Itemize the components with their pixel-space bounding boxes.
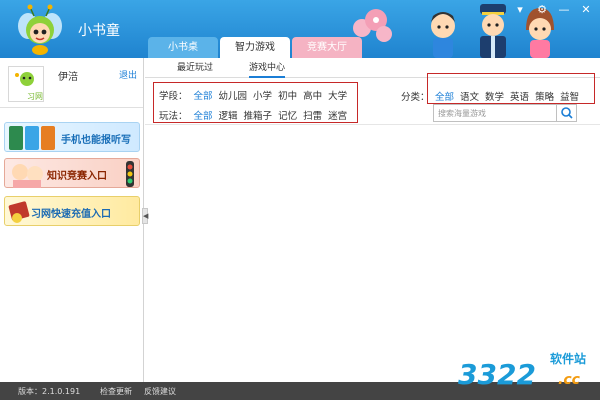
category-option-strategy[interactable]: 策略 — [535, 89, 554, 103]
main-content: 最近玩过 游戏中心 学段： 全部 幼儿园 小学 初中 高中 大学 玩法： 全部 … — [145, 58, 600, 382]
play-option-maze[interactable]: 迷宫 — [328, 108, 347, 122]
play-option-memory[interactable]: 记忆 — [278, 108, 297, 122]
play-option-all[interactable]: 全部 — [194, 108, 213, 122]
play-filter: 玩法： 全部 逻辑 推箱子 记忆 扫雷 迷宫 — [159, 108, 347, 122]
search-button[interactable] — [556, 105, 576, 121]
stage-option-kindergarten[interactable]: 幼儿园 — [219, 88, 248, 102]
menu-icon[interactable]: ▾ — [514, 4, 526, 16]
logout-link[interactable]: 退出 — [119, 68, 137, 81]
watermark-cc: .cc — [558, 372, 580, 388]
gear-icon[interactable]: ⚙ — [536, 4, 548, 16]
stage-option-all[interactable]: 全部 — [194, 88, 213, 102]
header-bar: 小书童 小书桌 智力游戏 竞赛大厅 ▾ ⚙ — ✕ — [0, 0, 600, 58]
play-option-sokoban[interactable]: 推箱子 — [244, 108, 273, 122]
window-controls: ▾ ⚙ — ✕ — [514, 4, 592, 16]
sidebar: 习网 伊涪 退出 手机也能报听写 知识竞赛入口 习网快速充值入口 ◀ — [0, 58, 148, 382]
search-icon — [561, 107, 573, 119]
avatar-label: 习网 — [27, 92, 43, 101]
search-placeholder: 搜索海量游戏 — [438, 109, 486, 118]
police-character-icon — [480, 4, 506, 58]
watermark: 3322 软件站 .cc — [458, 350, 600, 398]
banner-text: 手机也能报听写 — [61, 135, 131, 146]
content-divider — [145, 124, 600, 125]
watermark-sub: 软件站 — [550, 352, 587, 366]
kids-icon — [12, 164, 43, 188]
stage-option-university[interactable]: 大学 — [328, 88, 347, 102]
check-update-link[interactable]: 检查更新 — [100, 386, 132, 397]
feedback-link[interactable]: 反馈建议 — [144, 386, 176, 397]
banner-text: 知识竞赛入口 — [47, 171, 107, 182]
category-filter: 全部 语文 数学 英语 策略 益智 — [435, 89, 579, 103]
username: 伊涪 — [58, 72, 78, 83]
stage-filter-label: 学段： — [159, 91, 188, 102]
cherry-blossom-icon — [353, 9, 392, 42]
category-option-all[interactable]: 全部 — [435, 89, 454, 103]
watermark-main: 3322 — [458, 358, 536, 391]
app-title: 小书童 — [78, 23, 120, 39]
play-filter-label: 玩法： — [159, 111, 188, 122]
version-text: 版本：2.1.0.191 — [18, 387, 81, 396]
xiwang-logo-icon — [15, 72, 34, 86]
banner-text: 习网快速充值入口 — [31, 209, 111, 220]
tab-games[interactable]: 智力游戏 — [220, 37, 290, 58]
coin-icon — [8, 201, 30, 223]
phones-icon — [9, 126, 55, 150]
avatar[interactable]: 习网 — [8, 66, 44, 102]
close-button[interactable]: ✕ — [580, 4, 592, 16]
banner-quiz-entry[interactable]: 知识竞赛入口 — [4, 158, 140, 188]
bee-mascot-icon — [18, 4, 62, 55]
game-search-input[interactable]: 搜索海量游戏 — [433, 104, 577, 122]
category-option-chinese[interactable]: 语文 — [460, 89, 479, 103]
category-option-puzzle[interactable]: 益智 — [560, 89, 579, 103]
stage-option-senior[interactable]: 高中 — [303, 88, 322, 102]
category-option-math[interactable]: 数学 — [485, 89, 504, 103]
tab-desk[interactable]: 小书桌 — [148, 37, 218, 58]
user-profile: 习网 伊涪 退出 — [0, 58, 143, 108]
banner-recharge-entry[interactable]: 习网快速充值入口 — [4, 196, 140, 226]
boy-character-icon — [431, 12, 455, 58]
stage-option-primary[interactable]: 小学 — [253, 88, 272, 102]
subtab-recent[interactable]: 最近玩过 — [177, 58, 213, 78]
traffic-light-icon — [126, 161, 134, 187]
main-tabs: 小书桌 智力游戏 竞赛大厅 — [148, 37, 364, 58]
banner-mobile-dictation[interactable]: 手机也能报听写 — [4, 122, 140, 152]
minimize-button[interactable]: — — [558, 4, 570, 16]
stage-option-junior[interactable]: 初中 — [278, 88, 297, 102]
stage-filter: 学段： 全部 幼儿园 小学 初中 高中 大学 — [159, 88, 347, 102]
play-option-minesweeper[interactable]: 扫雷 — [303, 108, 322, 122]
play-option-logic[interactable]: 逻辑 — [219, 108, 238, 122]
subtab-game-center[interactable]: 游戏中心 — [249, 58, 286, 78]
category-option-english[interactable]: 英语 — [510, 89, 529, 103]
category-filter-label: 分类： — [401, 92, 430, 103]
